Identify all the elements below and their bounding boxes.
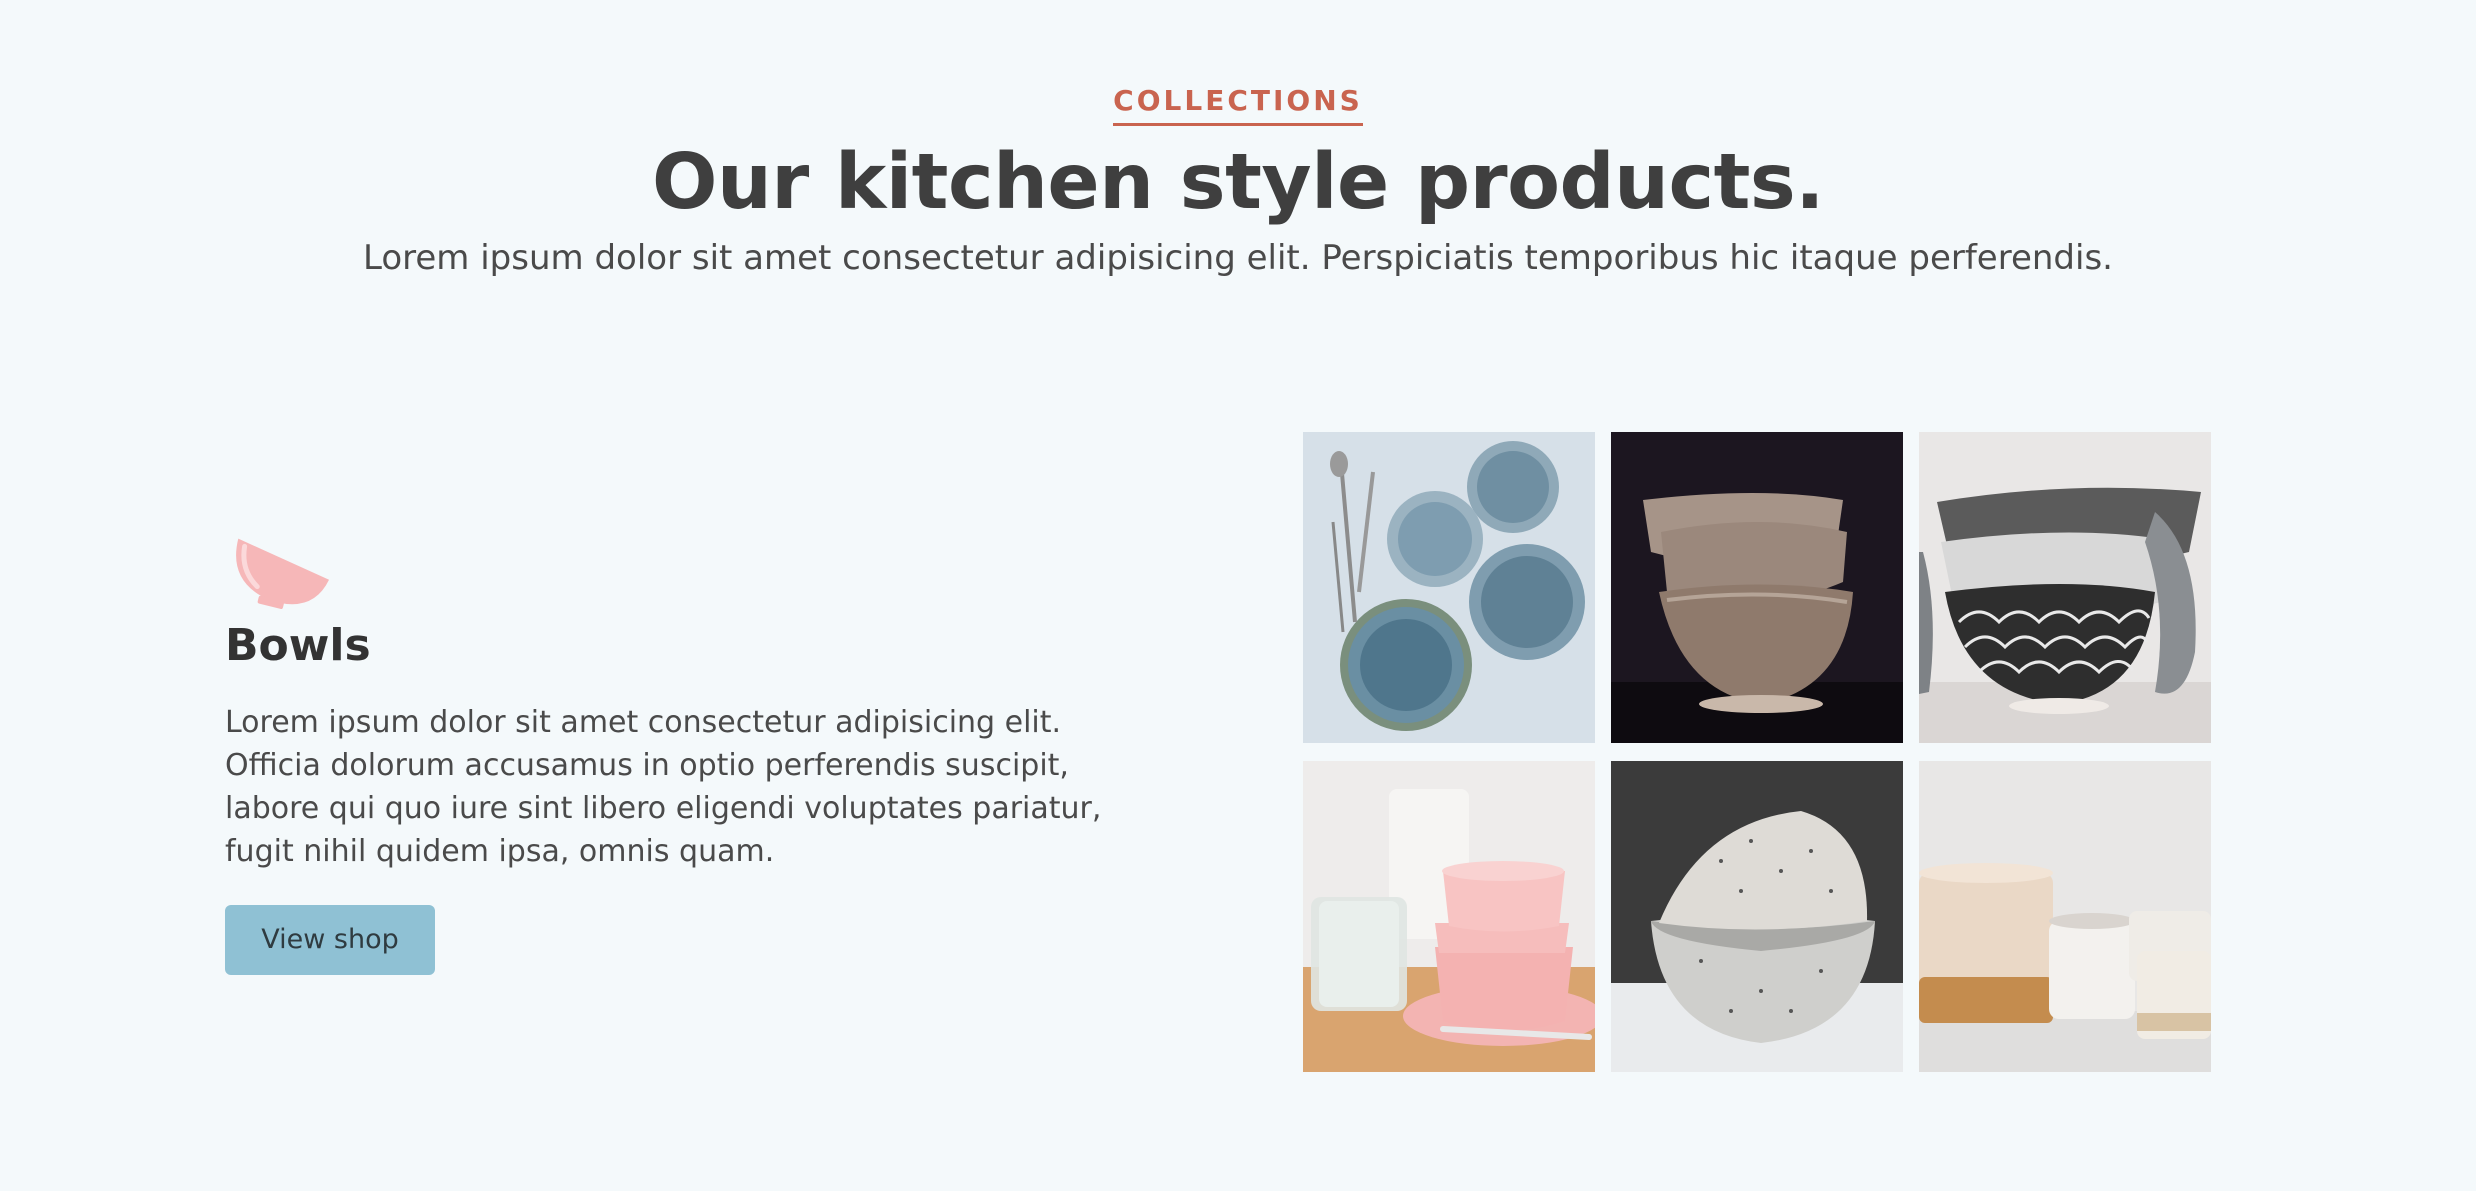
gallery-image-ceramic-cups[interactable] [1919, 761, 2211, 1072]
section-title: Our kitchen style products. [652, 138, 1825, 227]
gallery-image-patterned-bowls[interactable] [1919, 432, 2211, 743]
section-eyebrow: COLLECTIONS [1113, 84, 1363, 126]
product-gallery [1303, 432, 2211, 1074]
gallery-image-wooden-bowls[interactable] [1611, 432, 1903, 743]
feature-description: Lorem ipsum dolor sit amet consectetur a… [225, 705, 1102, 869]
gallery-image-speckled-bowls[interactable] [1611, 761, 1903, 1072]
section-subtitle: Lorem ipsum dolor sit amet consectetur a… [363, 238, 2113, 278]
eyebrow-wrapper: COLLECTIONS [0, 84, 2476, 126]
bowls-feature: Bowls Lorem ipsum dolor sit amet consect… [225, 532, 1125, 975]
collections-section: COLLECTIONS Our kitchen style products. … [0, 0, 2476, 1191]
gallery-image-blue-plates[interactable] [1303, 432, 1595, 743]
bowl-icon [236, 538, 330, 609]
feature-title: Bowls [225, 620, 371, 671]
gallery-image-pink-bowls[interactable] [1303, 761, 1595, 1072]
view-shop-button[interactable]: View shop [225, 905, 435, 975]
